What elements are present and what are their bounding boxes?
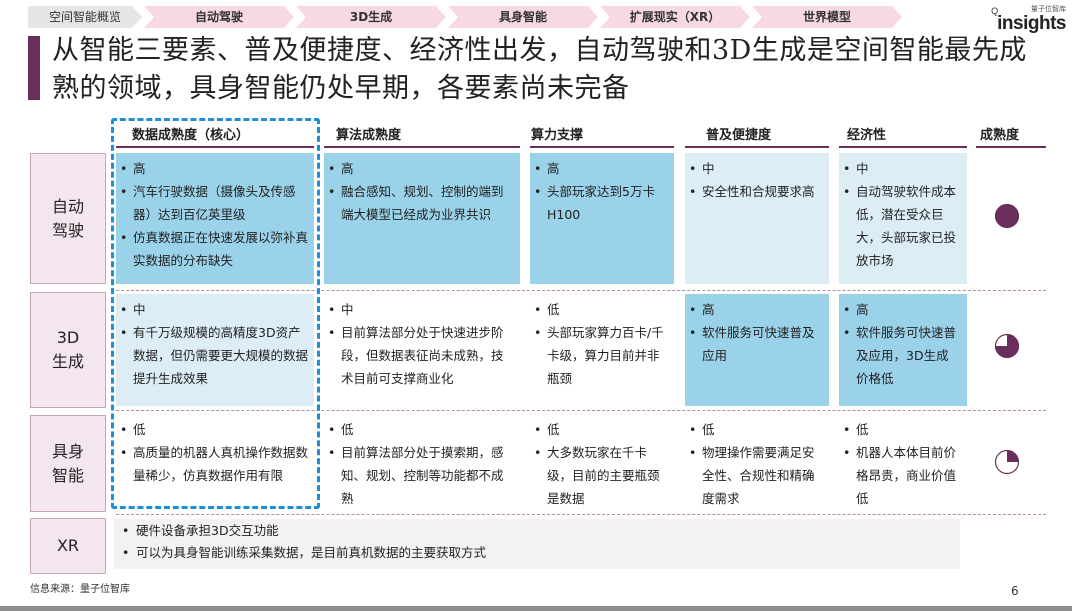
row-label-xr: XR bbox=[30, 518, 106, 574]
list-item: 中 bbox=[689, 157, 823, 180]
list-item: 自动驾驶软件成本低，潜在受众巨大，头部玩家已投放市场 bbox=[843, 180, 961, 272]
brand-logo: Q 量子位智库 insights bbox=[991, 4, 1066, 34]
list-item: 大多数玩家在千卡级，目前的主要瓶颈是数据 bbox=[534, 441, 668, 510]
list-item: 软件服务可快速普及应用，3D生成价格低 bbox=[843, 321, 961, 390]
cell-auto-compute: 高 头部玩家达到5万卡H100 bbox=[530, 153, 674, 284]
list-item: 目前算法部分处于快速进步阶段，但数据表征尚未成熟，技术目前可支撑商业化 bbox=[328, 321, 514, 390]
list-item: 物理操作需要满足安全性、合规性和精确度需求 bbox=[689, 441, 823, 510]
nav-item-world-model[interactable]: 世界模型 bbox=[752, 6, 902, 28]
row-label-3d-generation: 3D 生成 bbox=[30, 292, 106, 408]
list-item: 机器人本体目前价格昂贵，商业价值低 bbox=[843, 441, 961, 510]
maturity-pie-fill bbox=[1007, 450, 1019, 462]
cell-embodied-access: 低 物理操作需要满足安全性、合规性和精确度需求 bbox=[685, 414, 829, 510]
header-underline bbox=[976, 146, 1046, 148]
cell-3d-access: 高 软件服务可快速普及应用 bbox=[685, 294, 829, 406]
list-item: 低 bbox=[534, 298, 668, 321]
list-item: 高 bbox=[328, 157, 514, 180]
nav-item-xr[interactable]: 扩展现实（XR） bbox=[600, 6, 750, 28]
list-item: 低 bbox=[534, 418, 668, 441]
title-accent-bar bbox=[28, 36, 40, 100]
list-item: 高 bbox=[843, 298, 961, 321]
cell-embodied-econ: 低 机器人本体目前价格昂贵，商业价值低 bbox=[839, 414, 967, 510]
header-underline bbox=[839, 146, 967, 148]
list-item: 头部玩家算力百卡/千卡级，算力目前并非瓶颈 bbox=[534, 321, 668, 390]
cell-auto-algo: 高 融合感知、规划、控制的端到端大模型已经成为业界共识 bbox=[324, 153, 520, 284]
list-item: 安全性和合规要求高 bbox=[689, 180, 823, 203]
section-nav: 空间智能概览 自动驾驶 3D生成 具身智能 扩展现实（XR） 世界模型 bbox=[28, 6, 904, 28]
list-item: 高 bbox=[534, 157, 668, 180]
cell-xr: 硬件设备承担3D交互功能 可以为具身智能训练采集数据，是目前真机数据的主要获取方… bbox=[114, 519, 960, 569]
maturity-pie-outline bbox=[994, 203, 1020, 229]
row-label-autonomous-driving: 自动 驾驶 bbox=[30, 153, 106, 284]
cell-3d-econ: 高 软件服务可快速普及应用，3D生成价格低 bbox=[839, 294, 967, 406]
nav-item-overview[interactable]: 空间智能概览 bbox=[28, 6, 142, 28]
list-item: 硬件设备承担3D交互功能 bbox=[122, 520, 952, 542]
cell-embodied-algo: 低 目前算法部分处于摸索期，感知、规划、控制等功能都不成熟 bbox=[324, 414, 520, 510]
list-item: 可以为具身智能训练采集数据，是目前真机数据的主要获取方式 bbox=[122, 542, 952, 564]
cell-3d-compute: 低 头部玩家算力百卡/千卡级，算力目前并非瓶颈 bbox=[530, 294, 674, 406]
list-item: 中 bbox=[843, 157, 961, 180]
nav-item-3d-generation[interactable]: 3D生成 bbox=[296, 6, 446, 28]
header-underline bbox=[530, 146, 674, 148]
source-note: 信息来源：量子位智库 bbox=[30, 584, 130, 595]
list-item: 软件服务可快速普及应用 bbox=[689, 321, 823, 367]
page-title: 从智能三要素、普及便捷度、经济性出发，自动驾驶和3D生成是空间智能最先成熟的领域… bbox=[52, 35, 1027, 104]
row-divider bbox=[116, 514, 1046, 515]
page-number: 6 bbox=[1011, 584, 1019, 598]
list-item: 目前算法部分处于摸索期，感知、规划、控制等功能都不成熟 bbox=[328, 441, 514, 510]
maturity-pie-auto bbox=[994, 203, 1020, 229]
data-column-highlight bbox=[111, 118, 320, 509]
cell-auto-econ: 中 自动驾驶软件成本低，潜在受众巨大，头部玩家已投放市场 bbox=[839, 153, 967, 284]
header-accessibility: 普及便捷度 bbox=[706, 128, 772, 143]
footer-bar bbox=[0, 606, 1072, 611]
list-item: 低 bbox=[843, 418, 961, 441]
cell-embodied-compute: 低 大多数玩家在千卡级，目前的主要瓶颈是数据 bbox=[530, 414, 674, 510]
cell-auto-access: 中 安全性和合规要求高 bbox=[685, 153, 829, 284]
brand-mark: Q bbox=[991, 6, 999, 16]
header-maturity: 成熟度 bbox=[980, 128, 1020, 143]
cell-3d-algo: 中 目前算法部分处于快速进步阶段，但数据表征尚未成熟，技术目前可支撑商业化 bbox=[324, 294, 520, 406]
header-underline bbox=[685, 146, 829, 148]
list-item: 头部玩家达到5万卡H100 bbox=[534, 180, 668, 226]
maturity-pie-embodied bbox=[994, 449, 1020, 475]
header-economics: 经济性 bbox=[847, 128, 887, 143]
nav-item-embodied-ai[interactable]: 具身智能 bbox=[448, 6, 598, 28]
nav-item-autonomous-driving[interactable]: 自动驾驶 bbox=[144, 6, 294, 28]
row-label-embodied-ai: 具身 智能 bbox=[30, 415, 106, 512]
list-item: 低 bbox=[328, 418, 514, 441]
list-item: 低 bbox=[689, 418, 823, 441]
header-compute: 算力支撑 bbox=[531, 128, 584, 143]
header-underline bbox=[324, 146, 520, 148]
list-item: 中 bbox=[328, 298, 514, 321]
brand-name: insights bbox=[997, 13, 1066, 34]
list-item: 高 bbox=[689, 298, 823, 321]
list-item: 融合感知、规划、控制的端到端大模型已经成为业界共识 bbox=[328, 180, 514, 226]
header-algorithm-maturity: 算法成熟度 bbox=[336, 128, 402, 143]
maturity-pie-3d bbox=[994, 333, 1020, 359]
